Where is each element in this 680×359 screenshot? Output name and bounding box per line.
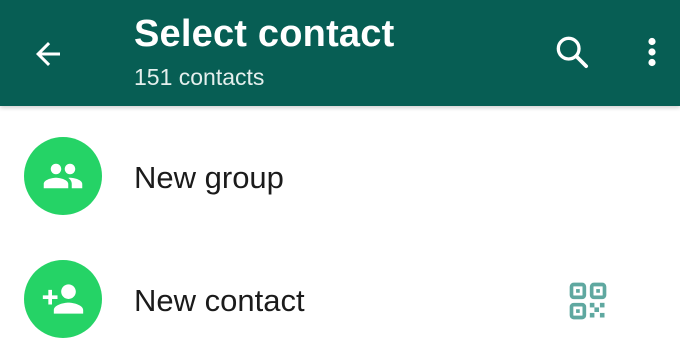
search-button[interactable] <box>548 28 596 76</box>
contact-count: 151 contacts <box>134 64 265 90</box>
qr-code-button[interactable] <box>562 275 614 327</box>
add-person-icon <box>42 284 84 314</box>
more-options-button[interactable] <box>634 28 670 76</box>
qr-code-icon <box>569 282 607 320</box>
new-group-row[interactable]: New group <box>0 124 680 236</box>
back-button[interactable] <box>24 30 72 78</box>
more-vert-icon <box>648 37 656 67</box>
search-icon <box>556 36 588 68</box>
new-contact-avatar <box>24 260 102 338</box>
arrow-back-icon <box>36 42 60 66</box>
group-icon <box>43 163 83 189</box>
new-contact-label: New contact <box>134 283 305 318</box>
new-group-avatar <box>24 137 102 215</box>
app-bar: Select contact 151 contacts <box>0 0 680 106</box>
page-title: Select contact <box>134 13 395 55</box>
new-group-label: New group <box>134 160 284 195</box>
new-contact-row[interactable]: New contact <box>0 247 680 359</box>
